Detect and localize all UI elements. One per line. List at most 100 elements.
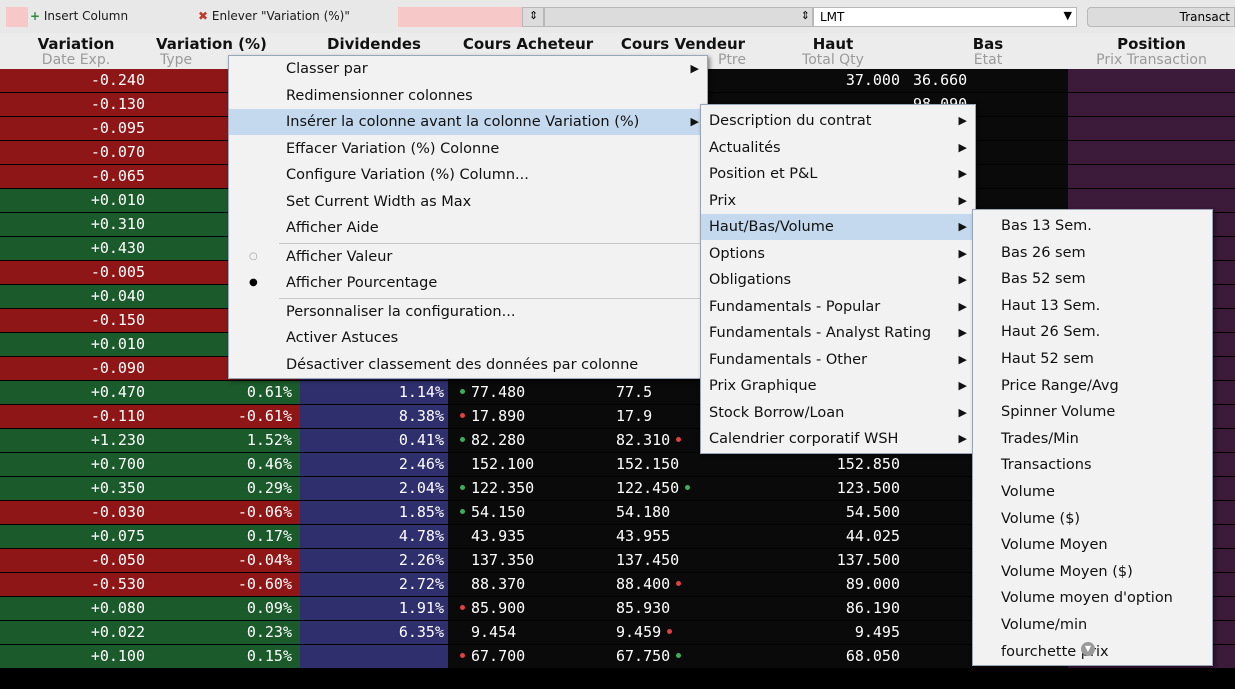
tick-dot <box>460 557 465 562</box>
submenu-field-item[interactable]: Haut 26 Sem. <box>973 319 1212 345</box>
remove-column-button[interactable]: ✖ Enlever "Variation (%)" <box>198 9 350 23</box>
submenu-item[interactable]: Fundamentals - Popular ▶ <box>701 294 975 320</box>
tick-dot <box>676 437 682 442</box>
submenu-field-item[interactable]: Volume Moyen <box>973 532 1212 558</box>
submenu-item[interactable]: Haut/Bas/Volume ▶ <box>701 214 975 240</box>
updown-icon[interactable]: ⇕ <box>522 7 544 27</box>
cell-ask: 54.180 <box>608 501 758 524</box>
submenu-item[interactable]: Prix Graphique ▶ <box>701 373 975 399</box>
submenu-item[interactable]: Position et P&L ▶ <box>701 161 975 187</box>
submenu-item[interactable]: Fundamentals - Analyst Rating ▶ <box>701 320 975 346</box>
submenu-item[interactable]: Stock Borrow/Loan ▶ <box>701 400 975 426</box>
toolbar-swatch <box>6 7 28 27</box>
tick-dot <box>460 461 465 466</box>
filter-field[interactable] <box>398 7 522 27</box>
cell-change: +0.470 <box>0 381 152 404</box>
cell-change-pct: 0.29% <box>152 477 300 500</box>
tick-dot <box>460 509 465 514</box>
tick-dot <box>460 581 465 586</box>
transact-button[interactable]: Transact <box>1087 7 1235 27</box>
submenu-item[interactable]: Fundamentals - Other ▶ <box>701 347 975 373</box>
submenu-field-item[interactable]: Volume ($) <box>973 506 1212 532</box>
col-title-ask[interactable]: Cours Vendeur <box>608 35 758 53</box>
col-sub-date-exp: Date Exp. <box>41 52 111 68</box>
tick-dot <box>676 533 681 538</box>
cell-change: +1.230 <box>0 429 152 452</box>
submenu-field-item[interactable]: Price Range/Avg <box>973 373 1212 399</box>
cell-change: -0.090 <box>0 357 152 380</box>
cell-change-pct: 0.15% <box>152 645 300 668</box>
col-title-position[interactable]: Position <box>1068 35 1235 53</box>
cell-change: -0.240 <box>0 69 152 92</box>
submenu-item[interactable]: Obligations ▶ <box>701 267 975 293</box>
cell-bas: 36.660 <box>908 69 1068 92</box>
submenu-field-item[interactable]: Volume/min <box>973 612 1212 638</box>
cell-change-pct: 0.23% <box>152 621 300 644</box>
cell-change: -0.030 <box>0 501 152 524</box>
cell-haut: 137.500 <box>758 549 908 572</box>
col-title-variation-pct[interactable]: Variation (%) <box>152 35 304 53</box>
arrow-right-icon: ▶ <box>958 140 967 154</box>
menu-item[interactable]: Redimensionner colonnes <box>229 83 707 109</box>
cell-haut: 152.850 <box>758 453 908 476</box>
menu-item[interactable]: ● Afficher Pourcentage <box>229 270 707 296</box>
cell-dividend: 0.41% <box>300 429 448 452</box>
cell-dividend: 8.38% <box>300 405 448 428</box>
submenu-field-item[interactable]: Spinner Volume <box>973 399 1212 425</box>
cell-haut: 89.000 <box>758 573 908 596</box>
tick-dot <box>658 413 663 418</box>
menu-item[interactable]: Insérer la colonne avant la colonne Vari… <box>229 109 707 135</box>
submenu-field-item[interactable]: Bas 26 sem <box>973 240 1212 266</box>
menu-item[interactable]: Désactiver classement des données par co… <box>229 352 707 378</box>
menu-item[interactable]: Configure Variation (%) Column... <box>229 162 707 188</box>
cell-change-pct: 0.46% <box>152 453 300 476</box>
submenu-field-item[interactable]: Haut 52 sem <box>973 346 1212 372</box>
submenu-field-item[interactable]: Bas 52 sem <box>973 266 1212 292</box>
cell-change: +0.350 <box>0 477 152 500</box>
cell-ask: 137.450 <box>608 549 758 572</box>
menu-item[interactable]: Personnaliser la configuration... <box>229 299 707 325</box>
cell-haut: 37.000 <box>758 69 908 92</box>
submenu-item[interactable]: Actualités ▶ <box>701 135 975 161</box>
col-title-dividendes[interactable]: Dividendes <box>300 35 448 53</box>
cell-change: -0.005 <box>0 261 152 284</box>
col-title-bid[interactable]: Cours Acheteur <box>448 35 608 53</box>
cell-haut: 123.500 <box>758 477 908 500</box>
cell-dividend: 2.46% <box>300 453 448 476</box>
tick-dot <box>460 629 465 634</box>
tick-dot <box>460 533 465 538</box>
menu-item[interactable]: Effacer Variation (%) Colonne <box>229 136 707 162</box>
cell-haut: 9.495 <box>758 621 908 644</box>
submenu-item[interactable]: Calendrier corporatif WSH ▶ <box>701 426 975 452</box>
submenu-item[interactable]: Prix ▶ <box>701 188 975 214</box>
cell-dividend: 2.26% <box>300 549 448 572</box>
submenu-item[interactable]: Options ▶ <box>701 241 975 267</box>
menu-item[interactable]: Set Current Width as Max <box>229 189 707 215</box>
submenu-field-item[interactable]: Haut 13 Sem. <box>973 293 1212 319</box>
insert-column-button[interactable]: + Insert Column <box>30 9 128 23</box>
cell-change: +0.010 <box>0 189 152 212</box>
submenu-field-item[interactable]: Trades/Min <box>973 426 1212 452</box>
submenu-item[interactable]: Description du contrat ▶ <box>701 108 975 134</box>
menu-item[interactable]: Classer par ▶ <box>229 56 707 82</box>
cell-change-pct: -0.60% <box>152 573 300 596</box>
group-select[interactable]: ⇕ <box>544 7 813 27</box>
submenu-field-item[interactable]: Bas 13 Sem. <box>973 213 1212 239</box>
submenu-field-item[interactable]: Volume Moyen ($) <box>973 559 1212 585</box>
chevron-down-icon: ▼ <box>1063 9 1072 22</box>
cell-change: -0.070 <box>0 141 152 164</box>
menu-item[interactable]: ○ Afficher Valeur <box>229 244 707 270</box>
submenu-field-item[interactable]: Volume moyen d'option <box>973 585 1212 611</box>
col-title-haut[interactable]: Haut <box>758 35 908 53</box>
col-sub-total-qty: Total Qty <box>802 52 864 68</box>
col-title-bas[interactable]: Bas <box>908 35 1068 53</box>
col-title-variation[interactable]: Variation <box>0 35 152 53</box>
submenu-field-item[interactable]: Transactions <box>973 452 1212 478</box>
cell-change: -0.065 <box>0 165 152 188</box>
menu-item[interactable]: Afficher Aide <box>229 215 707 241</box>
scroll-down-icon[interactable]: ▼ <box>1081 642 1095 656</box>
cell-position <box>1068 165 1235 188</box>
symbol-select[interactable]: LMT ▼ <box>813 7 1077 27</box>
submenu-field-item[interactable]: Volume <box>973 479 1212 505</box>
menu-item[interactable]: Activer Astuces <box>229 325 707 351</box>
